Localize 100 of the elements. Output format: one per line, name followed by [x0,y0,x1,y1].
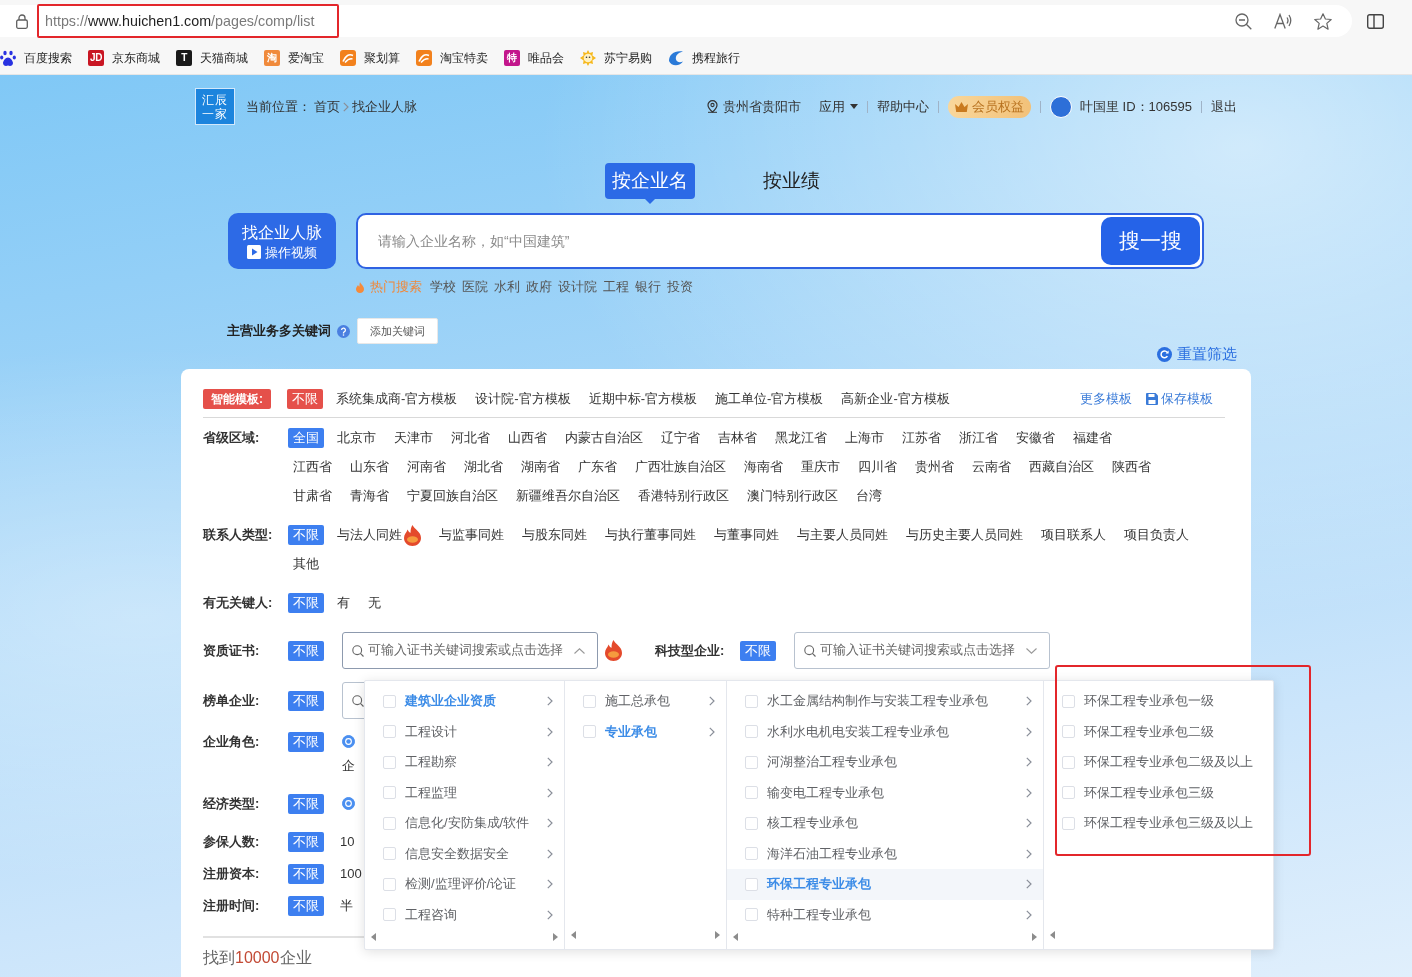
filter-option[interactable]: 与历史主要人员同姓 [901,525,1028,545]
scroll-right-icon[interactable] [553,933,558,941]
filter-option[interactable]: 海南省 [739,457,788,477]
checkbox[interactable] [1062,725,1075,739]
checkbox[interactable] [583,694,596,708]
checkbox[interactable] [383,694,396,708]
filter-option[interactable]: 云南省 [967,457,1016,477]
checkbox[interactable] [745,694,758,708]
bookmark[interactable]: 淘宝特卖 [416,49,488,67]
filter-option[interactable]: 澳门特别行政区 [742,486,843,506]
filter-option[interactable]: 与执行董事同姓 [600,525,701,545]
checkbox[interactable] [745,847,758,861]
filter-option[interactable]: 宁夏回族自治区 [402,486,503,506]
filter-option[interactable]: 福建省 [1068,428,1117,448]
more-templates-link[interactable]: 更多模板 [1080,389,1132,409]
favorite-star-icon[interactable] [1314,12,1332,30]
filter-option[interactable]: 辽宁省 [656,428,705,448]
hot-search-link[interactable]: 政府 [526,278,552,296]
filter-option[interactable]: 西藏自治区 [1024,457,1099,477]
filter-option[interactable]: 北京市 [332,428,381,448]
filter-option[interactable]: 不限 [740,640,776,661]
filter-option[interactable]: 山东省 [345,457,394,477]
cascader-option[interactable]: 环保工程专业承包一级 [1044,686,1273,717]
checkbox[interactable] [383,755,396,769]
checkbox[interactable] [383,786,396,800]
checkbox[interactable] [745,786,758,800]
scroll-left-icon[interactable] [371,933,376,941]
filter-option[interactable]: 不限 [288,732,324,752]
filter-option[interactable]: 与主要人员同姓 [792,525,893,545]
filter-option[interactable]: 不限 [288,864,324,884]
filter-option[interactable]: 台湾 [851,486,887,506]
filter-option[interactable]: 广东省 [573,457,622,477]
template-option[interactable]: 施工单位-官方模板 [710,389,829,409]
cascader-option[interactable]: 环保工程专业承包二级及以上 [1044,747,1273,778]
filter-option[interactable]: 黑龙江省 [770,428,832,448]
search-button[interactable]: 搜一搜 [1101,217,1200,265]
hot-search-link[interactable]: 工程 [603,278,629,296]
help-icon[interactable] [337,324,350,338]
filter-option[interactable]: 新疆维吾尔自治区 [511,486,625,506]
checkbox[interactable] [745,877,758,891]
filter-option[interactable]: 无 [363,593,386,613]
filter-option[interactable]: 不限 [288,640,324,661]
checkbox[interactable] [383,725,396,739]
cascader-option[interactable]: 工程勘察 [365,747,564,778]
checkbox[interactable] [1062,755,1075,769]
cascader-option[interactable]: 环保工程专业承包二级 [1044,716,1273,747]
checkbox[interactable] [1062,786,1075,800]
bookmark[interactable]: 特 唯品会 [504,49,564,67]
select-field[interactable]: 可输入证书关键词搜索或点击选择 [794,632,1050,669]
filter-option[interactable]: 半 [340,896,353,916]
hot-search-link[interactable]: 水利 [494,278,520,296]
filter-option[interactable]: 天津市 [389,428,438,448]
cascader-option[interactable]: 信息化/安防集成/软件 [365,808,564,839]
filter-option[interactable]: 重庆市 [796,457,845,477]
checkbox[interactable] [745,908,758,922]
cascader-option[interactable]: 环保工程专业承包三级 [1044,777,1273,808]
cascader-option[interactable]: 检测/监理评价/论证 [365,869,564,900]
checkbox[interactable] [383,877,396,891]
checkbox[interactable] [745,816,758,830]
apps-menu[interactable]: 应用 [819,97,858,116]
filter-option[interactable]: 与监事同姓 [434,525,509,545]
cascader-option[interactable]: 工程咨询 [365,899,564,930]
filter-option[interactable]: 浙江省 [954,428,1003,448]
template-option[interactable]: 设计院-官方模板 [470,389,576,409]
zoom-out-icon[interactable] [1235,12,1252,30]
cascader-option[interactable]: 工程设计 [365,716,564,747]
add-keyword-button[interactable]: 添加关键词 [357,318,438,344]
template-option[interactable]: 不限 [287,389,323,409]
scroll-left-icon[interactable] [733,933,738,941]
cascader-option[interactable]: 信息安全数据安全 [365,838,564,869]
checkbox[interactable] [383,908,396,922]
save-template-link[interactable]: 保存模板 [1146,389,1213,409]
bookmark[interactable]: 淘 爱淘宝 [264,49,324,67]
filter-option[interactable]: 上海市 [840,428,889,448]
filter-option[interactable]: 有 [332,593,355,613]
checkbox[interactable] [745,725,758,739]
checkbox[interactable] [383,847,396,861]
filter-option[interactable]: 项目联系人 [1036,525,1111,545]
guide-video-button[interactable]: 找企业人脉 操作视频 [228,213,336,269]
breadcrumb-link[interactable]: 首页 [314,97,340,116]
bookmark[interactable]: JD 京东商城 [88,49,160,67]
scroll-left-icon[interactable] [1050,931,1055,939]
checkbox[interactable] [583,725,596,739]
read-aloud-icon[interactable] [1274,13,1292,29]
filter-option[interactable]: 湖北省 [459,457,508,477]
hot-search-link[interactable]: 银行 [635,278,661,296]
scroll-left-icon[interactable] [571,931,576,939]
cascader-option[interactable]: 水利水电机电安装工程专业承包 [727,716,1043,747]
cascader-option[interactable]: 河湖整治工程专业承包 [727,747,1043,778]
filter-option[interactable]: 10 [340,832,355,852]
filter-option[interactable]: 其他 [288,554,324,574]
template-option[interactable]: 系统集成商-官方模板 [331,389,463,409]
scroll-right-icon[interactable] [715,931,720,939]
hot-search-link[interactable]: 医院 [462,278,488,296]
cascader-option[interactable]: 环保工程专业承包三级及以上 [1044,808,1273,839]
filter-option[interactable]: 不限 [288,525,324,545]
template-option[interactable]: 高新企业-官方模板 [836,389,955,409]
site-logo[interactable]: 汇辰 一家 [195,88,235,125]
filter-option[interactable]: 内蒙古自治区 [560,428,648,448]
filter-option[interactable]: 青海省 [345,486,394,506]
